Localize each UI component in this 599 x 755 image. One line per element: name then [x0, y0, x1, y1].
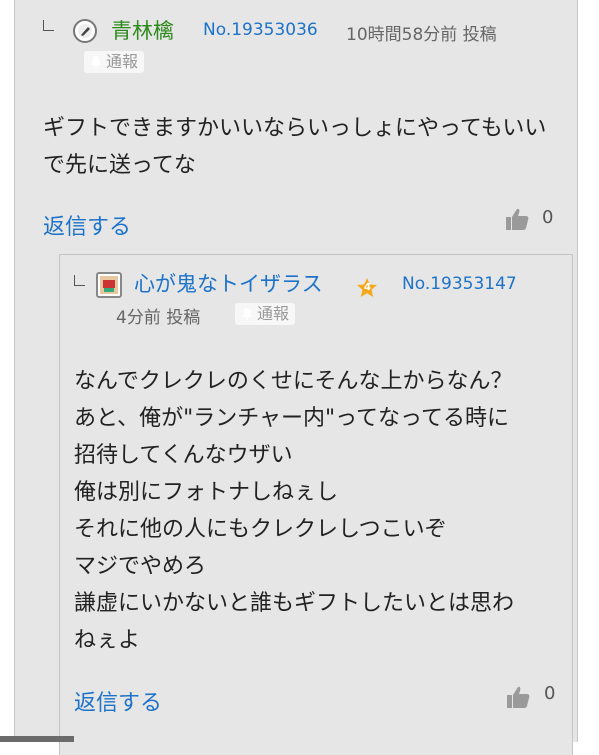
reply-button[interactable]: 返信する	[74, 685, 162, 717]
thumbs-up-icon[interactable]	[503, 205, 531, 233]
user-avatar[interactable]	[96, 272, 122, 298]
like-count: 0	[542, 207, 554, 228]
comment-body: なんでクレクレのくせにそんな上からなん？ あと、俺が"ランチャー内"ってなってる…	[74, 369, 515, 653]
report-label: 通報	[257, 304, 290, 323]
bell-icon	[242, 308, 252, 320]
post-number-link[interactable]: No.19353147	[402, 274, 517, 294]
user-avatar[interactable]	[73, 19, 97, 43]
reply-button[interactable]: 返信する	[43, 209, 131, 241]
like-count: 0	[544, 683, 556, 704]
post-time: 10時間58分前 投稿	[346, 25, 497, 45]
scrollbar[interactable]	[0, 736, 74, 742]
thumbs-up-icon[interactable]	[504, 683, 532, 711]
post-number-link[interactable]: No.19353036	[203, 20, 318, 40]
nested-reply: 心が鬼なトイザラス 4 No.19353147 4分前 投稿 通報 なんでクレク…	[59, 254, 573, 755]
username[interactable]: 心が鬼なトイザラス	[134, 268, 323, 298]
reply-indicator-icon	[43, 20, 54, 31]
bell-icon	[91, 56, 101, 68]
post-time: 4分前 投稿	[116, 308, 201, 328]
badge-number: 4	[364, 282, 371, 293]
report-button[interactable]: 通報	[235, 303, 296, 325]
comment-thread: 青林檎 No.19353036 10時間58分前 投稿 通報 ギフトできますかい…	[14, 0, 578, 755]
reply-indicator-icon	[74, 275, 85, 286]
report-button[interactable]: 通報	[84, 51, 145, 73]
comment-body: ギフトできますかいいならいっしょにやってもいいで先に送ってな	[43, 116, 547, 178]
report-label: 通報	[106, 52, 139, 71]
username[interactable]: 青林檎	[111, 15, 174, 45]
